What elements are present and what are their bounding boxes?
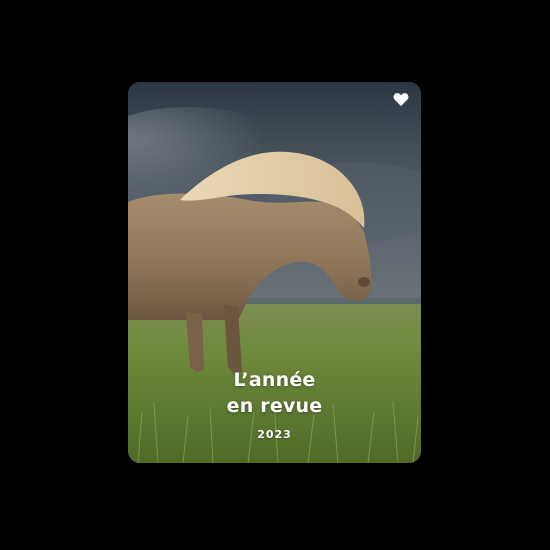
- card-title-line-2: en revue: [226, 395, 323, 417]
- year-in-review-card[interactable]: L’année en revue 2023: [128, 82, 421, 463]
- heart-icon[interactable]: [393, 92, 409, 107]
- page-background: L’année en revue 2023: [0, 0, 550, 550]
- card-year: 2023: [257, 428, 292, 441]
- card-title-line-1: L’année: [233, 369, 316, 391]
